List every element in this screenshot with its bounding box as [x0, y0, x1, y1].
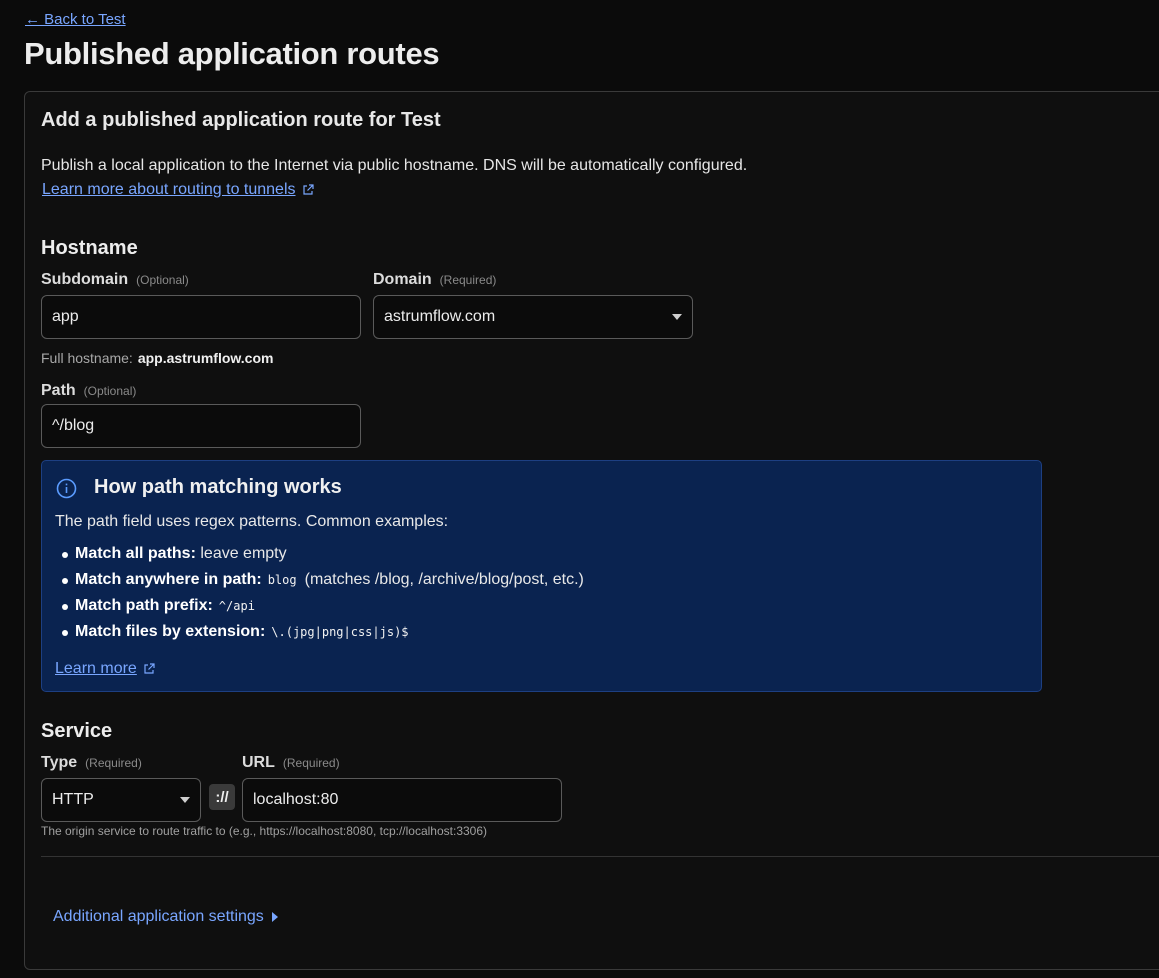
external-link-icon — [302, 184, 314, 195]
list-item: Match path prefix: ^/api — [55, 595, 584, 621]
example-text: (matches /blog, /archive/blog/post, etc.… — [304, 571, 584, 588]
subdomain-optional-tag: (Optional) — [136, 273, 189, 287]
learn-more-routing-label: Learn more about routing to tunnels — [42, 181, 296, 198]
type-label: Type (Required) — [41, 754, 142, 772]
example-label: Match anywhere in path: — [75, 571, 262, 588]
service-hint: The origin service to route traffic to (… — [41, 824, 488, 838]
scheme-separator-badge: :// — [209, 784, 235, 810]
url-label: URL (Required) — [242, 754, 340, 772]
list-item: Match all paths: leave empty — [55, 543, 584, 569]
full-hostname-value: app.astrumflow.com — [137, 350, 274, 366]
additional-settings-toggle[interactable]: Additional application settings — [53, 908, 278, 926]
additional-settings-label: Additional application settings — [53, 908, 264, 925]
path-examples-list: Match all paths: leave empty Match anywh… — [55, 543, 584, 647]
path-label: Path (Optional) — [41, 382, 136, 400]
subdomain-value: app — [52, 308, 79, 325]
chevron-right-icon — [271, 912, 278, 922]
type-label-text: Type — [41, 754, 78, 771]
domain-label: Domain (Required) — [373, 271, 496, 289]
learn-more-link[interactable]: Learn more — [55, 660, 155, 678]
divider — [41, 856, 1159, 857]
example-code: \.(jpg|png|css|js)$ — [271, 625, 409, 639]
subdomain-label: Subdomain (Optional) — [41, 271, 189, 289]
path-optional-tag: (Optional) — [83, 384, 137, 398]
path-label-text: Path — [41, 382, 76, 399]
service-url-input[interactable]: localhost:80 — [242, 778, 562, 822]
subdomain-input[interactable]: app — [41, 295, 361, 339]
info-title: How path matching works — [94, 476, 342, 498]
card-title: Add a published application route for Te… — [41, 109, 441, 131]
url-required-tag: (Required) — [282, 756, 340, 770]
example-label: Match path prefix: — [75, 597, 213, 614]
full-hostname: Full hostname: app.astrumflow.com — [41, 350, 273, 366]
service-section-title: Service — [41, 720, 113, 742]
subdomain-label-text: Subdomain — [41, 271, 129, 288]
service-url-value: localhost:80 — [253, 791, 339, 808]
service-type-value: HTTP — [52, 791, 94, 808]
type-required-tag: (Required) — [85, 756, 142, 770]
back-to-test-link[interactable]: ← Back to Test — [25, 11, 126, 28]
path-value: ^/blog — [52, 417, 95, 434]
domain-select[interactable]: astrumflow.com — [373, 295, 693, 339]
path-input[interactable]: ^/blog — [41, 404, 361, 448]
service-type-select[interactable]: HTTP — [41, 778, 201, 822]
learn-more-label: Learn more — [55, 660, 137, 677]
url-label-text: URL — [242, 754, 275, 771]
example-code: ^/api — [218, 599, 255, 613]
info-icon — [56, 478, 77, 499]
full-hostname-label: Full hostname: — [41, 350, 133, 366]
page-title: Published application routes — [24, 36, 440, 71]
add-route-card: Add a published application route for Te… — [24, 91, 1159, 970]
example-text: leave empty — [200, 545, 287, 562]
example-label: Match all paths: — [75, 545, 196, 562]
learn-more-routing-link[interactable]: Learn more about routing to tunnels — [42, 181, 314, 199]
example-code: blog — [267, 573, 297, 587]
domain-value: astrumflow.com — [384, 308, 496, 325]
list-item: Match files by extension: \.(jpg|png|css|… — [55, 621, 584, 647]
example-label: Match files by extension: — [75, 623, 266, 640]
path-matching-info-box: How path matching works The path field u… — [41, 460, 1042, 692]
info-intro: The path field uses regex patterns. Comm… — [55, 513, 449, 530]
list-item: Match anywhere in path: blog (matches /blo… — [55, 569, 584, 595]
external-link-icon — [144, 663, 155, 674]
hostname-section-title: Hostname — [41, 237, 138, 259]
domain-label-text: Domain — [373, 271, 432, 288]
chevron-down-icon — [180, 797, 190, 803]
chevron-down-icon — [672, 314, 682, 320]
card-description: Publish a local application to the Inter… — [41, 157, 748, 174]
domain-required-tag: (Required) — [439, 273, 497, 287]
